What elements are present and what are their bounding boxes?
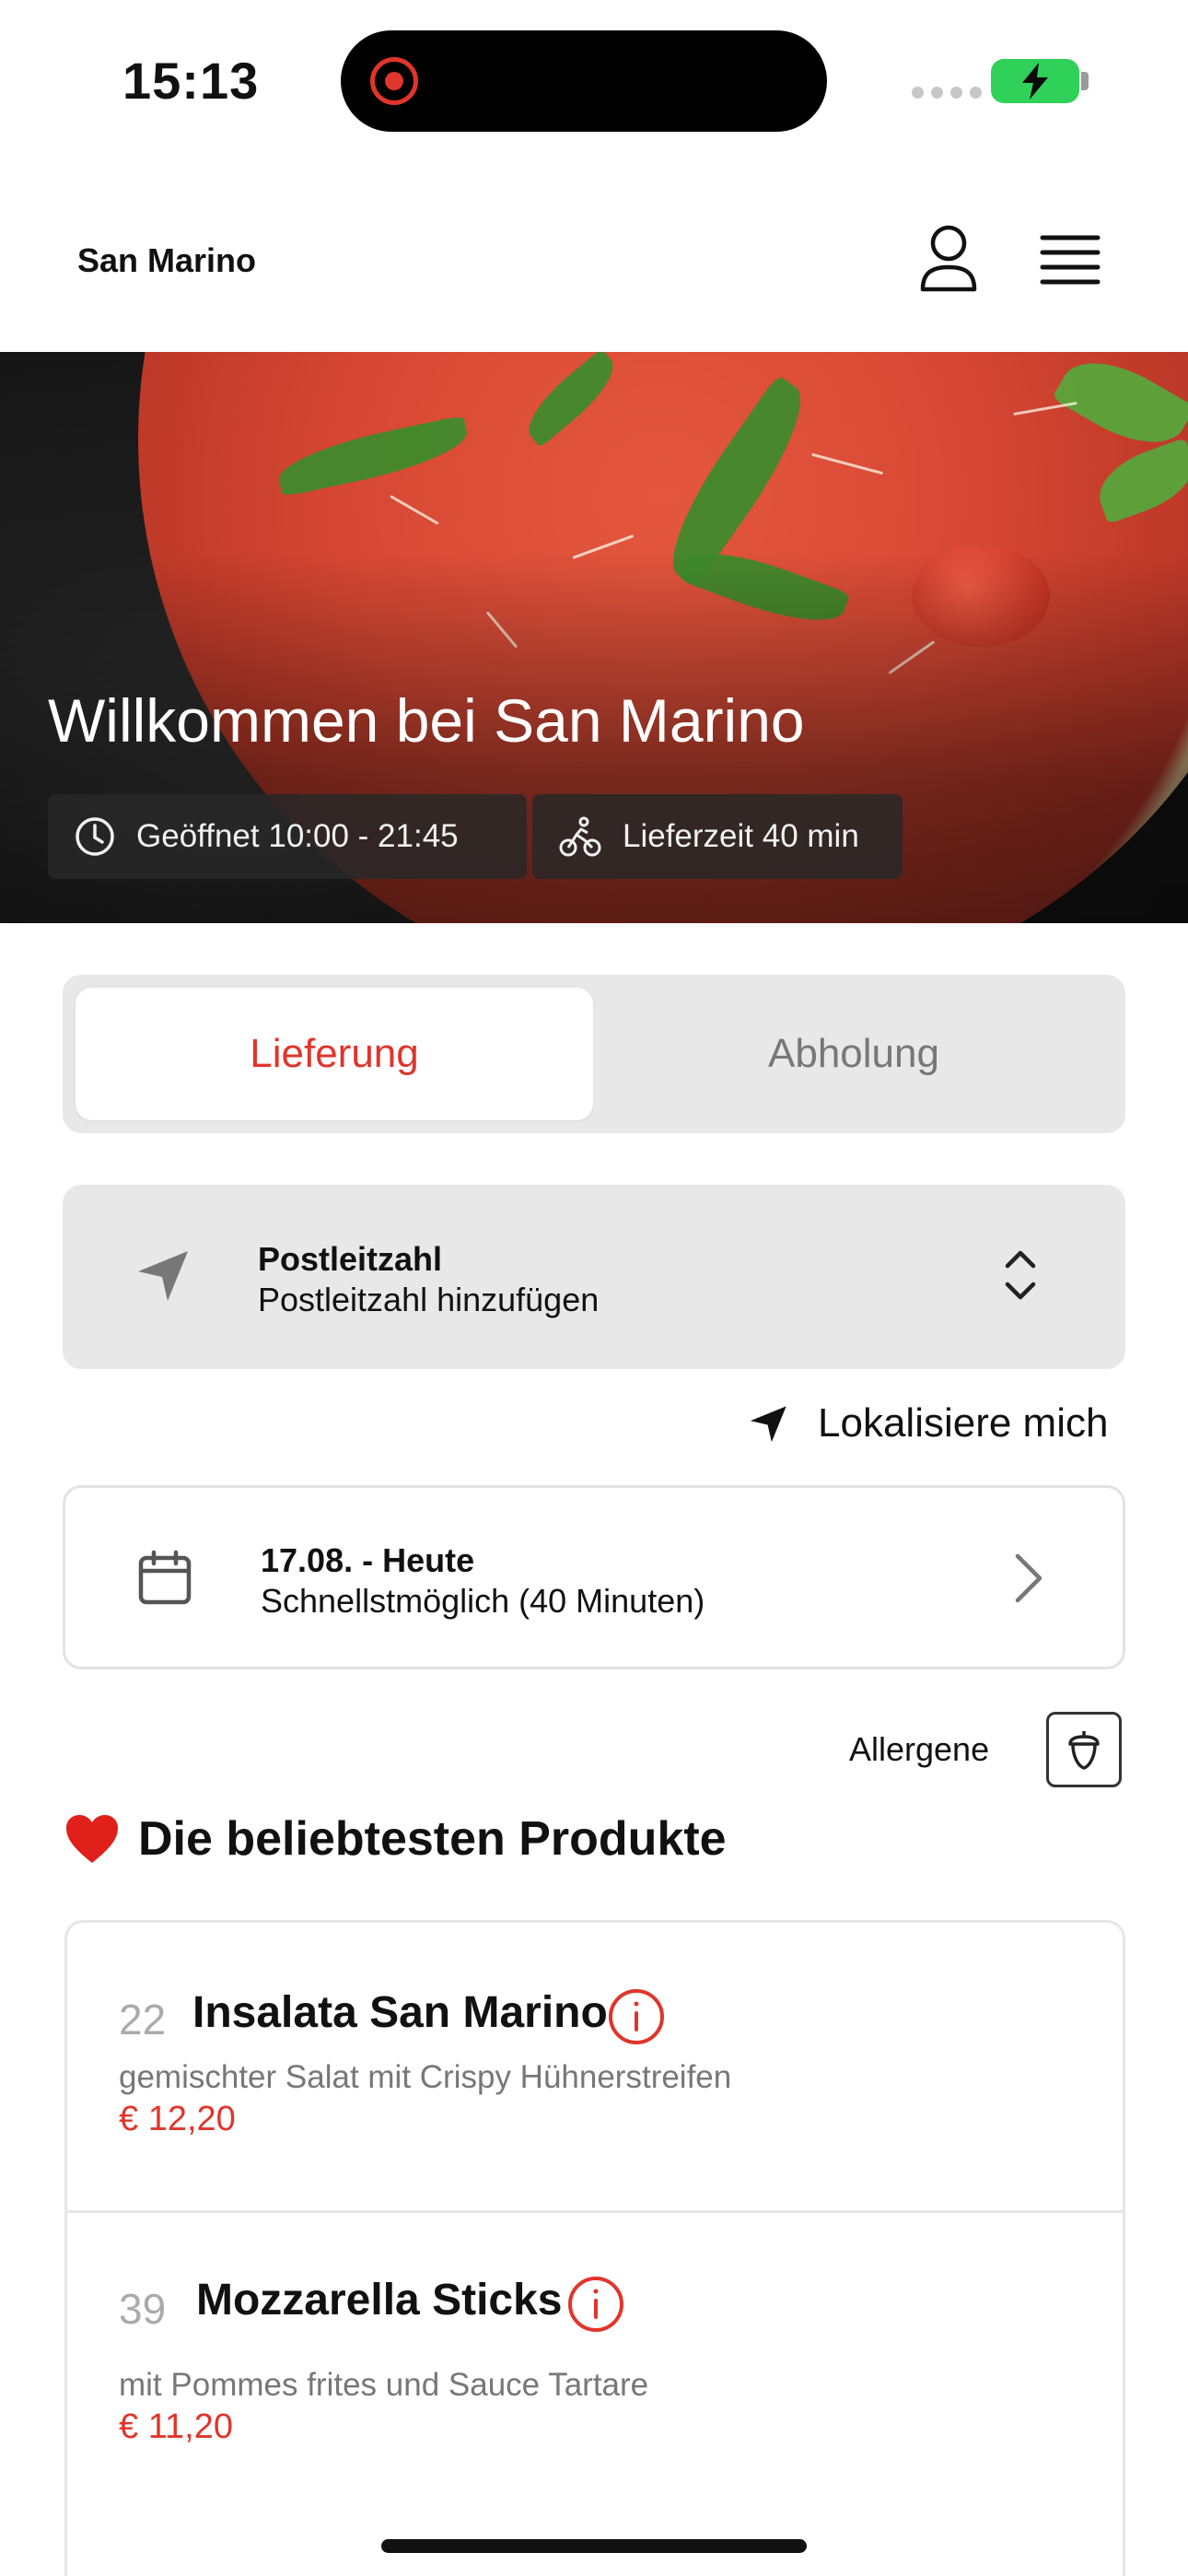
home-indicator[interactable] [381,2539,807,2553]
tab-delivery[interactable]: Lieferung [76,988,593,1120]
navigation-arrow-icon [748,1402,790,1445]
record-icon [370,57,418,105]
allergens-label: Allergene [849,1730,990,1768]
locate-me-label: Lokalisiere mich [818,1400,1109,1446]
popular-products-title-text: Die beliebtesten Produkte [138,1812,727,1866]
product-number: 22 [119,1996,167,2043]
brand-name[interactable]: San Marino [77,241,256,280]
chevron-right-icon [1012,1549,1045,1612]
product-number: 39 [119,2285,167,2333]
postcode-selector[interactable]: Postleitzahl Postleitzahl hinzufügen [63,1185,1125,1369]
tab-pickup[interactable]: Abholung [595,988,1112,1120]
status-bar: 15:13 [0,0,1188,161]
product-list: 22 Insalata San Marino gemischter Salat … [64,1920,1125,2576]
chevron-up-down-icon [1002,1246,1039,1309]
postcode-value: Postleitzahl hinzufügen [258,1281,600,1318]
cellular-signal-icon [912,87,982,99]
info-icon[interactable] [607,1987,666,2046]
hero-banner: Willkommen bei San Marino Geöffnet 10:00… [0,352,1188,923]
acorn-icon [1066,1729,1102,1770]
navigation-arrow-icon [134,1246,193,1309]
info-icon[interactable] [566,2275,625,2334]
order-mode-toggle: Lieferung Abholung [63,975,1125,1133]
dynamic-island [341,30,827,132]
locate-me-button[interactable]: Lokalisiere mich [748,1400,1108,1446]
opening-hours-badge: Geöffnet 10:00 - 21:45 [48,794,527,879]
product-description: mit Pommes frites und Sauce Tartare [119,2367,649,2403]
user-icon[interactable] [912,221,985,295]
delivery-time-selector[interactable]: 17.08. - Heute Schnellstmöglich (40 Minu… [63,1485,1125,1669]
status-time: 15:13 [122,52,260,110]
schedule-time: Schnellstmöglich (40 Minuten) [261,1582,705,1620]
hero-title: Willkommen bei San Marino [48,686,805,755]
app-screen: 15:13 San Marino Willkommen bei San Mari… [0,0,1188,2576]
product-name: Insalata San Marino [192,1988,608,2037]
opening-hours-text: Geöffnet 10:00 - 21:45 [136,818,459,854]
delivery-time-text: Lieferzeit 40 min [623,818,859,854]
hamburger-menu-icon[interactable] [1039,232,1112,291]
heart-icon [64,1813,120,1865]
battery-cap [1081,72,1089,90]
product-price: € 12,20 [119,2100,236,2138]
allergens-button[interactable] [1046,1712,1122,1787]
bike-icon [558,814,602,859]
delivery-time-badge: Lieferzeit 40 min [532,794,903,879]
product-description: gemischter Salat mit Crispy Hühnerstreif… [119,2059,732,2095]
app-header: San Marino [0,193,1188,352]
product-name: Mozzarella Sticks [196,2276,563,2324]
product-price: € 11,20 [119,2407,233,2446]
popular-products-title: Die beliebtesten Produkte [64,1811,727,1867]
clock-icon [74,815,116,858]
calendar-icon [135,1549,194,1612]
schedule-date: 17.08. - Heute [261,1541,475,1579]
battery-icon [991,59,1079,103]
divider [67,2210,1123,2213]
postcode-label: Postleitzahl [258,1240,443,1278]
